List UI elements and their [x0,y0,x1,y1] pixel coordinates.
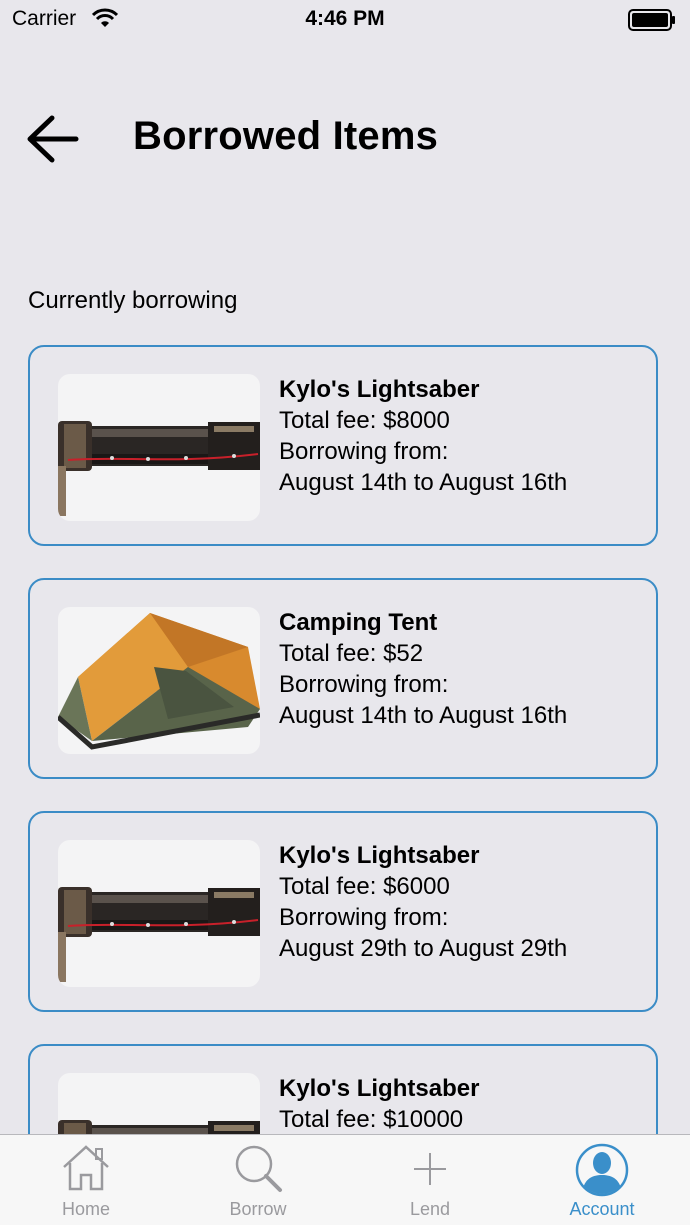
tab-home[interactable]: Home [0,1135,172,1225]
lightsaber-image [58,1120,260,1135]
item-fee: Total fee: $8000 [279,407,450,434]
item-dates: August 14th to August 16th [279,702,568,729]
item-fee: Total fee: $6000 [279,873,450,900]
item-name: Camping Tent [279,609,438,636]
item-thumbnail [58,840,260,987]
tab-label-home: Home [61,1199,110,1219]
search-icon [232,1143,284,1198]
item-details: Camping Tent Total fee: $52 Borrowing fr… [279,607,567,731]
tab-account[interactable]: Account [516,1135,688,1225]
tab-borrow[interactable]: Borrow [172,1135,344,1225]
status-time: 4:46 PM [305,7,385,30]
item-borrowing-label: Borrowing from: [279,904,449,931]
borrowed-item-card[interactable]: Kylo's Lightsaber Total fee: $8000 Borro… [28,345,658,546]
item-details: Kylo's Lightsaber Total fee: $6000 Borro… [279,840,567,964]
tent-image [58,613,260,750]
item-thumbnail [58,374,260,521]
tab-label-account: Account [569,1199,635,1219]
section-label: Currently borrowing [28,287,238,314]
item-dates: August 29th to August 29th [279,935,568,962]
item-details: Kylo's Lightsaber Total fee: $8000 Borro… [279,374,567,498]
status-bar: Carrier 4:46 PM [0,0,690,40]
battery-icon [628,9,676,36]
item-thumbnail [58,1073,260,1135]
account-icon [574,1143,630,1202]
item-borrowing-label: Borrowing from: [279,671,449,698]
lightsaber-image [58,887,260,982]
borrowed-item-card[interactable]: Camping Tent Total fee: $52 Borrowing fr… [28,578,658,779]
home-icon [60,1143,112,1198]
borrowed-items-list[interactable]: Kylo's Lightsaber Total fee: $8000 Borro… [0,330,690,1135]
item-fee: Total fee: $52 [279,640,424,667]
tab-label-borrow: Borrow [229,1199,287,1219]
back-button[interactable] [24,112,84,166]
borrowed-item-card[interactable]: Kylo's Lightsaber Total fee: $6000 Borro… [28,811,658,1012]
item-borrowing-label: Borrowing from: [279,438,449,465]
borrowed-item-card[interactable]: Kylo's Lightsaber Total fee: $10000 Borr… [28,1044,658,1135]
tab-lend[interactable]: Lend [344,1135,516,1225]
item-name: Kylo's Lightsaber [279,842,480,869]
tab-label-lend: Lend [409,1199,451,1219]
tab-bar: Home Borrow Lend Account [0,1134,690,1225]
item-name: Kylo's Lightsaber [279,376,480,403]
arrow-left-icon [27,115,79,163]
lightsaber-image [58,421,260,516]
page-title: Borrowed Items [133,114,439,158]
plus-icon [404,1143,456,1198]
item-name: Kylo's Lightsaber [279,1075,480,1102]
item-thumbnail [58,607,260,754]
item-details: Kylo's Lightsaber Total fee: $10000 Borr… [279,1073,479,1135]
item-dates: August 14th to August 16th [279,469,568,496]
item-fee: Total fee: $10000 [279,1106,464,1133]
